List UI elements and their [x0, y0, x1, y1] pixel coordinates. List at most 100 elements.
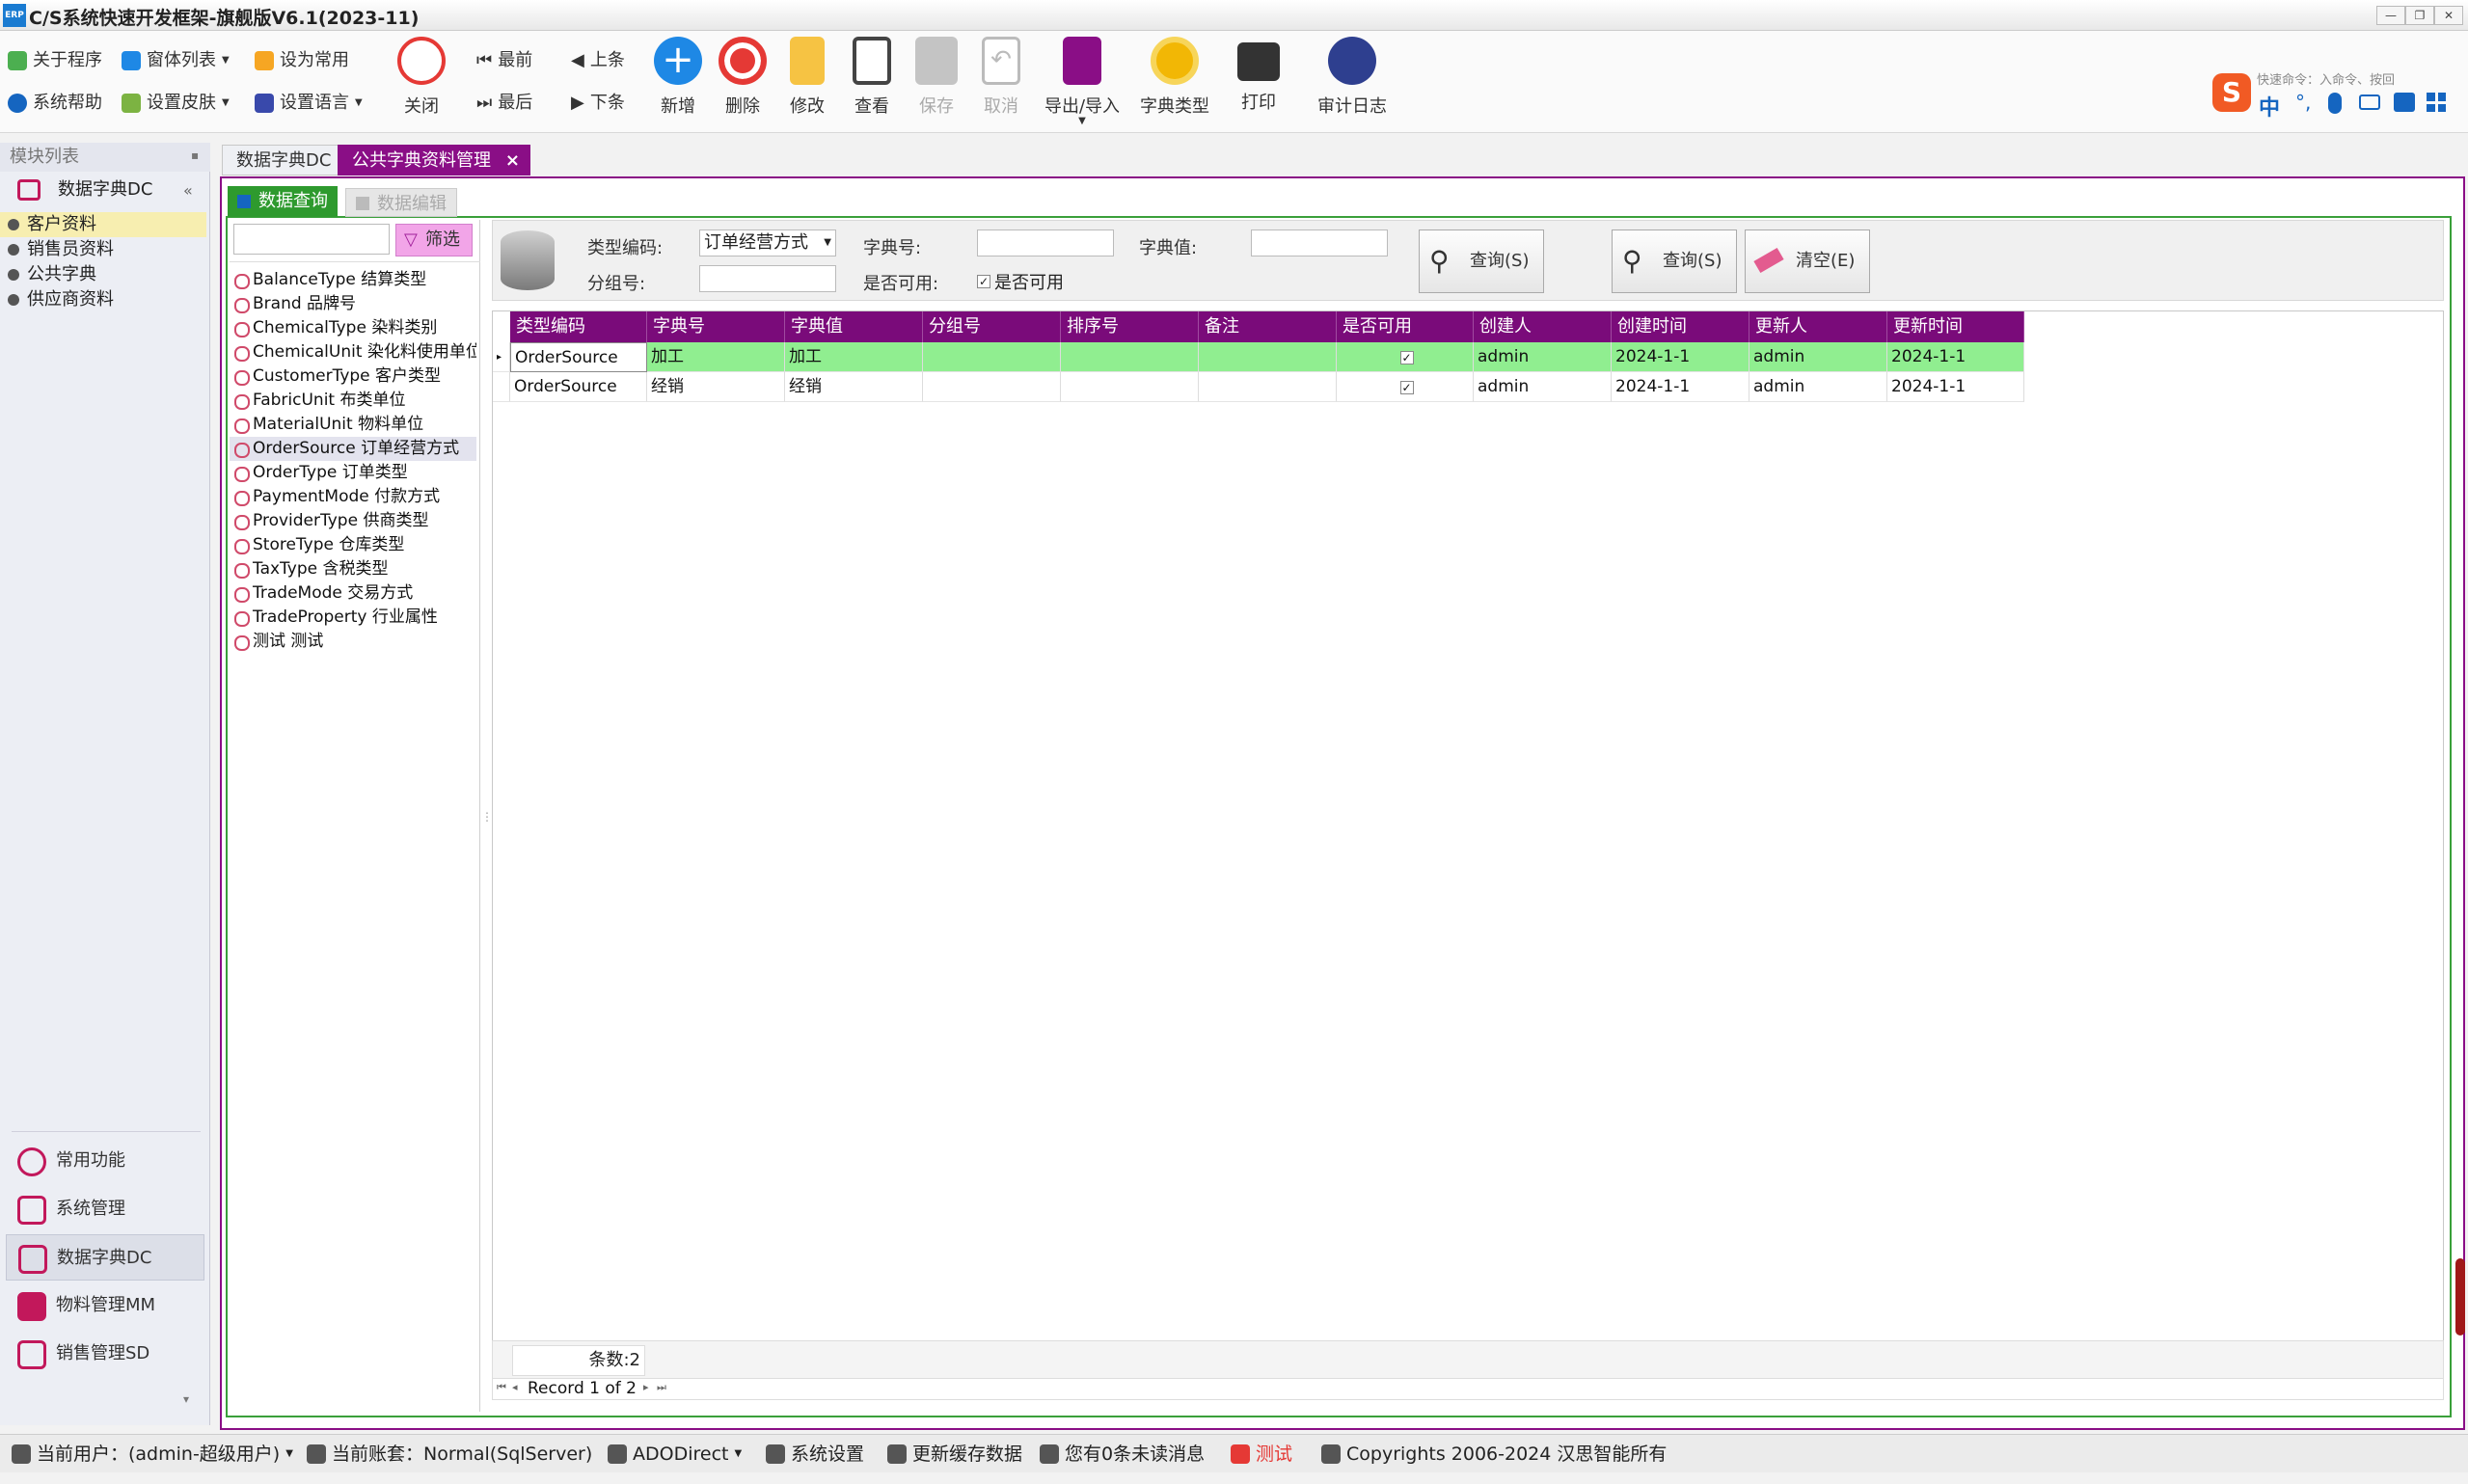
column-header[interactable]: 更新时间: [1887, 311, 2024, 342]
prev-record-button[interactable]: ◀ 上条: [571, 46, 625, 75]
refresh-cache-link[interactable]: 更新缓存数据: [887, 1435, 1022, 1473]
tree-item-customer[interactable]: 客户资料: [0, 212, 206, 237]
column-header[interactable]: 备注: [1199, 311, 1337, 342]
last-page-icon[interactable]: ⏭: [657, 1381, 666, 1394]
collapse-icon[interactable]: «: [183, 181, 193, 200]
dict-type-button[interactable]: 字典类型: [1134, 35, 1215, 131]
scroll-marker[interactable]: [2455, 1258, 2465, 1336]
filter-input[interactable]: [233, 224, 390, 255]
column-header[interactable]: 排序号: [1061, 311, 1199, 342]
skin-shirt-icon[interactable]: [2394, 93, 2415, 112]
filter-button[interactable]: ▽ 筛选: [395, 224, 473, 256]
enabled-checkbox[interactable]: ✓ 是否可用: [977, 269, 1064, 294]
nav-more-icon[interactable]: ▾: [183, 1392, 189, 1406]
toolbox-icon[interactable]: [2427, 93, 2446, 112]
about-button[interactable]: 关于程序: [8, 46, 102, 75]
save-button[interactable]: 保存: [901, 35, 972, 131]
list-item[interactable]: OrderSource 订单经营方式: [230, 437, 476, 461]
ime-lang-toggle[interactable]: 中: [2259, 91, 2280, 121]
restore-button[interactable]: ❐: [2405, 6, 2434, 25]
window-list-button[interactable]: 窗体列表 ▼: [122, 46, 230, 75]
print-icon: [1237, 42, 1280, 81]
dict-value-input[interactable]: [1251, 229, 1388, 256]
first-record-button[interactable]: ⏮ 最前: [476, 46, 532, 75]
list-item[interactable]: TradeMode 交易方式: [230, 581, 476, 606]
list-item[interactable]: MaterialUnit 物料单位: [230, 413, 476, 437]
ime-command-input[interactable]: 快速命令：入命令、按回: [2257, 69, 2457, 87]
cancel-button[interactable]: ↶ 取消: [965, 35, 1037, 131]
search-panel: 类型编码: 订单经营方式 ▼ 字典号: 字典值: 分组号: 是否可用: ✓ 是否…: [492, 220, 2444, 301]
list-item[interactable]: TradeProperty 行业属性: [230, 606, 476, 630]
tree-item-public-dict[interactable]: 公共字典: [0, 262, 206, 287]
microphone-icon[interactable]: [2328, 93, 2342, 114]
list-item[interactable]: OrderType 订单类型: [230, 461, 476, 485]
type-code-select[interactable]: 订单经营方式 ▼: [699, 229, 836, 256]
column-header[interactable]: 字典值: [785, 311, 923, 342]
tree-item-salesman[interactable]: 销售员资料: [0, 237, 206, 262]
edit-button[interactable]: 修改: [772, 35, 843, 131]
close-button[interactable]: 关闭: [386, 35, 457, 131]
list-item[interactable]: PaymentMode 付款方式: [230, 485, 476, 509]
list-item[interactable]: ProviderType 供商类型: [230, 509, 476, 533]
nav-material-management[interactable]: 物料管理MM: [6, 1282, 204, 1329]
column-header[interactable]: 类型编码: [510, 311, 647, 342]
skin-button[interactable]: 设置皮肤 ▼: [122, 89, 230, 118]
clear-button[interactable]: 清空(E): [1745, 229, 1870, 293]
column-header[interactable]: 字典号: [647, 311, 785, 342]
query-button-2[interactable]: ⚲ 查询(S): [1612, 229, 1737, 293]
current-user[interactable]: 当前用户：(admin-超级用户) ▼: [12, 1435, 293, 1473]
list-item[interactable]: ChemicalType 染料类别: [230, 316, 476, 340]
punctuation-icon[interactable]: °,: [2295, 91, 2311, 114]
list-item[interactable]: Brand 品牌号: [230, 292, 476, 316]
tab-data-query[interactable]: 数据查询: [228, 186, 338, 217]
first-page-icon[interactable]: ⏮: [497, 1381, 506, 1394]
audit-log-button[interactable]: 审计日志: [1312, 35, 1393, 131]
column-header[interactable]: 创建时间: [1612, 311, 1749, 342]
close-window-button[interactable]: ✕: [2434, 6, 2463, 25]
checkbox-checked-icon[interactable]: ✓: [1399, 351, 1414, 364]
help-button[interactable]: 系统帮助: [8, 89, 102, 118]
list-item[interactable]: TaxType 含税类型: [230, 557, 476, 581]
print-button[interactable]: 打印: [1223, 35, 1294, 131]
query-button-1[interactable]: ⚲ 查询(S): [1419, 229, 1544, 293]
list-item[interactable]: 测试 测试: [230, 630, 476, 654]
column-header[interactable]: 分组号: [923, 311, 1061, 342]
delete-button[interactable]: 删除: [707, 35, 778, 131]
add-button[interactable]: + 新增: [642, 35, 714, 131]
list-item[interactable]: StoreType 仓库类型: [230, 533, 476, 557]
dict-no-input[interactable]: [977, 229, 1114, 256]
tab-data-dictionary[interactable]: 数据字典DC: [222, 145, 346, 175]
list-item[interactable]: CustomerType 客户类型: [230, 364, 476, 389]
nav-sales-management[interactable]: 销售管理SD: [6, 1331, 204, 1377]
test-link[interactable]: 测试: [1231, 1435, 1292, 1473]
unread-messages-link[interactable]: 您有0条未读消息: [1040, 1435, 1205, 1473]
set-favorite-button[interactable]: 设为常用: [255, 46, 349, 75]
system-settings-link[interactable]: 系统设置: [766, 1435, 864, 1473]
tree-item-supplier[interactable]: 供应商资料: [0, 287, 206, 312]
view-button[interactable]: 查看: [836, 35, 908, 131]
column-header[interactable]: 更新人: [1749, 311, 1887, 342]
checkbox-checked-icon[interactable]: ✓: [1399, 381, 1414, 394]
minimize-button[interactable]: —: [2376, 6, 2405, 25]
prev-page-icon[interactable]: ◂: [512, 1381, 518, 1393]
close-tab-icon[interactable]: ×: [505, 146, 520, 176]
connection-mode[interactable]: ADODirect ▼: [608, 1435, 742, 1473]
nav-system-management[interactable]: 系统管理: [6, 1186, 204, 1232]
nav-data-dictionary[interactable]: 数据字典DC: [6, 1234, 204, 1281]
last-record-button[interactable]: ⏭ 最后: [476, 89, 532, 118]
export-import-button[interactable]: 导出/导入 ▼: [1036, 35, 1128, 131]
list-item[interactable]: ChemicalUnit 染化料使用单位: [230, 340, 476, 364]
keyboard-icon[interactable]: [2359, 94, 2380, 110]
tab-data-edit[interactable]: 数据编辑: [345, 188, 457, 217]
list-item[interactable]: BalanceType 结算类型: [230, 268, 476, 292]
column-header[interactable]: 创建人: [1474, 311, 1612, 342]
group-no-input[interactable]: [699, 265, 836, 292]
pin-icon[interactable]: ▪: [191, 148, 199, 162]
nav-common-functions[interactable]: 常用功能: [6, 1138, 204, 1184]
next-record-button[interactable]: ▶ 下条: [571, 89, 625, 118]
next-page-icon[interactable]: ▸: [643, 1381, 649, 1393]
tab-public-dict-management[interactable]: 公共字典资料管理 ×: [338, 145, 530, 175]
column-header[interactable]: 是否可用: [1337, 311, 1474, 342]
list-item[interactable]: FabricUnit 布类单位: [230, 389, 476, 413]
language-button[interactable]: 设置语言 ▼: [255, 89, 363, 118]
